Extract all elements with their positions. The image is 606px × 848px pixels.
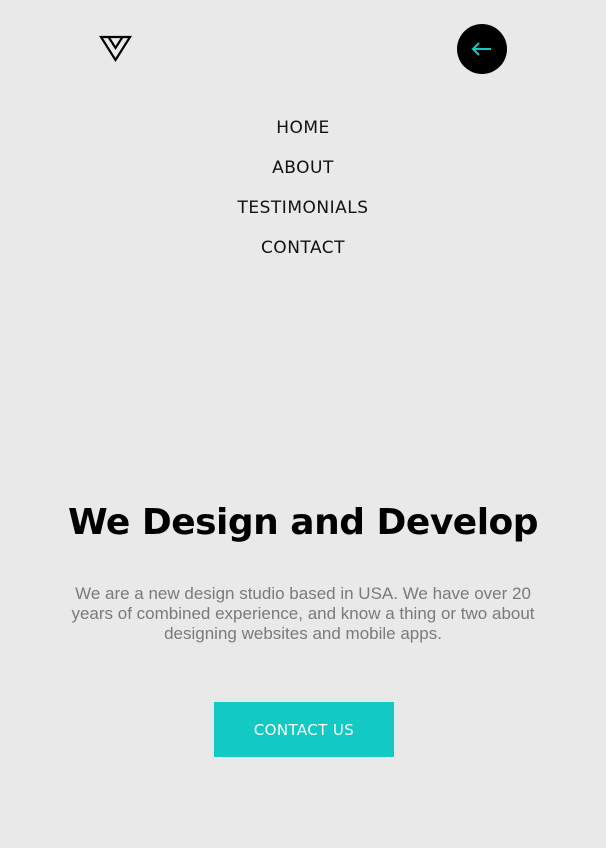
arrow-left-icon: [471, 42, 491, 56]
triangle-logo-icon: [99, 35, 132, 63]
main-nav: HOME ABOUT TESTIMONIALS CONTACT: [0, 108, 606, 268]
nav-item-testimonials[interactable]: TESTIMONIALS: [238, 188, 369, 228]
hero-description: We are a new design studio based in USA.…: [71, 584, 535, 643]
nav-item-about[interactable]: ABOUT: [272, 148, 334, 188]
hero-title: We Design and Develop: [67, 502, 539, 543]
brand-logo[interactable]: [99, 34, 132, 63]
nav-item-home[interactable]: HOME: [276, 108, 330, 148]
nav-item-contact[interactable]: CONTACT: [261, 228, 345, 268]
back-button[interactable]: [457, 24, 507, 74]
contact-us-button[interactable]: CONTACT US: [214, 702, 394, 757]
